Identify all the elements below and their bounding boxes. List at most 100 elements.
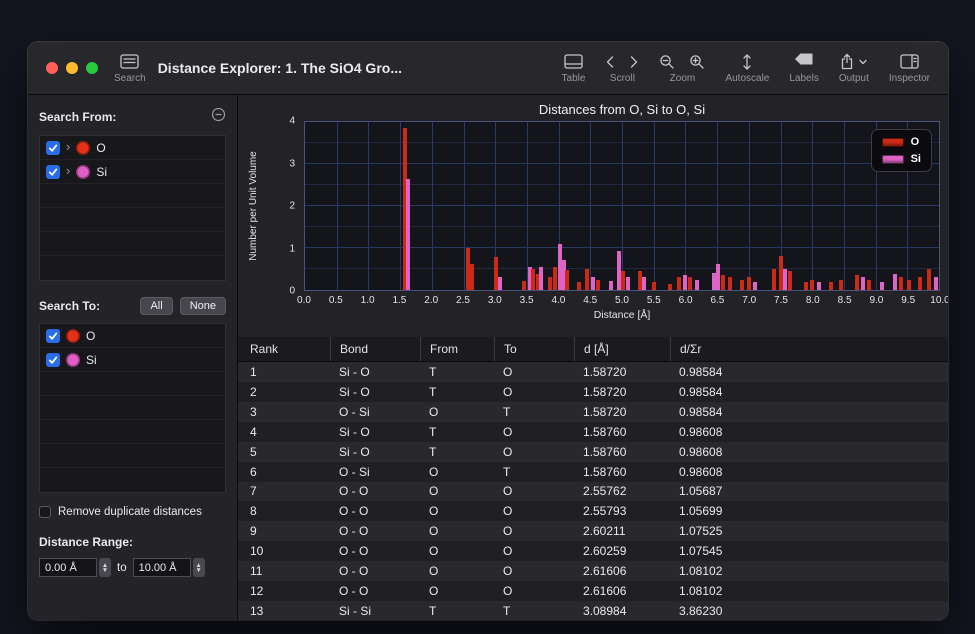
scroll-left-button[interactable] <box>605 55 615 69</box>
histogram-bar <box>839 280 843 291</box>
table-row[interactable]: 5Si - OTO1.587600.98608 <box>238 442 948 462</box>
x-tick: 5.0 <box>615 295 629 306</box>
table-row[interactable]: 11O - OOO2.616061.08102 <box>238 561 948 581</box>
table-cell: O <box>420 504 494 518</box>
gridline-minor <box>305 226 939 227</box>
table-row[interactable]: 1Si - OTO1.587200.98584 <box>238 362 948 382</box>
list-item[interactable]: › O <box>40 136 225 160</box>
table-row[interactable]: 4Si - OTO1.587600.98608 <box>238 422 948 442</box>
checkbox-checked[interactable] <box>46 141 60 155</box>
histogram-bar <box>712 273 716 290</box>
histogram-bar <box>638 271 642 290</box>
table-row[interactable]: 13Si - SiTT3.089843.86230 <box>238 601 948 620</box>
toolbar-inspector-button[interactable]: Inspector <box>889 53 930 84</box>
table-row[interactable]: 10O - OOO2.602591.07545 <box>238 541 948 561</box>
main-content: Distances from O, Si to O, Si Number per… <box>238 95 948 620</box>
collapse-minus-icon[interactable] <box>211 107 226 127</box>
x-tick: 2.0 <box>424 295 438 306</box>
none-button[interactable]: None <box>180 297 226 315</box>
table-cell: 8 <box>238 504 330 518</box>
histogram-bar <box>522 281 526 290</box>
histogram-bar <box>867 280 871 291</box>
autoscale-icon <box>741 53 753 71</box>
empty-row <box>40 468 225 492</box>
table-row[interactable]: 8O - OOO2.557931.05699 <box>238 501 948 521</box>
table-row[interactable]: 2Si - OTO1.587200.98584 <box>238 382 948 402</box>
histogram-bar <box>591 277 595 290</box>
table-cell: O - O <box>330 484 420 498</box>
legend-swatch-si <box>882 155 904 164</box>
atom-label: O <box>86 329 95 343</box>
range-max-field[interactable]: 10.00 Å <box>133 558 191 577</box>
disclosure-chevron-icon[interactable]: › <box>66 140 70 153</box>
toolbar-autoscale-button[interactable]: Autoscale <box>725 53 769 84</box>
histogram-bar <box>740 280 744 291</box>
toolbar-labels-button[interactable]: Labels <box>789 53 818 84</box>
histogram-bar <box>626 277 630 290</box>
table-row[interactable]: 9O - OOO2.602111.07525 <box>238 521 948 541</box>
range-min-field[interactable]: 0.00 Å <box>39 558 97 577</box>
toolbar-search-label: Search <box>114 74 146 84</box>
table-cell: O <box>420 405 494 419</box>
range-to-label: to <box>117 562 127 574</box>
list-item[interactable]: Si <box>40 348 225 372</box>
gridline <box>844 122 845 290</box>
toolbar-output-button[interactable]: Output <box>839 53 869 84</box>
checkbox-checked[interactable] <box>46 329 60 343</box>
table-cell: 9 <box>238 524 330 538</box>
scroll-right-button[interactable] <box>629 55 639 69</box>
empty-row <box>40 184 225 208</box>
all-button[interactable]: All <box>140 297 172 315</box>
toolbar-search-button[interactable]: Search <box>114 53 146 84</box>
table-row[interactable]: 7O - OOO2.557621.05687 <box>238 482 948 502</box>
zoom-out-button[interactable] <box>659 54 675 70</box>
remove-duplicates-checkbox[interactable] <box>39 506 51 518</box>
inspector-icon <box>900 54 919 69</box>
column-header[interactable]: d [Å] <box>574 337 670 361</box>
histogram-bar <box>695 280 699 291</box>
table-cell: 11 <box>238 564 330 578</box>
column-header[interactable]: Bond <box>330 337 420 361</box>
table-cell: O - O <box>330 524 420 538</box>
toolbar-table-button[interactable]: Table <box>562 53 586 84</box>
list-item[interactable]: O <box>40 324 225 348</box>
table-row[interactable]: 12O - OOO2.616061.08102 <box>238 581 948 601</box>
checkbox-checked[interactable] <box>46 353 60 367</box>
column-header[interactable]: From <box>420 337 494 361</box>
fullscreen-button[interactable] <box>86 62 98 74</box>
plot-area[interactable] <box>304 121 940 291</box>
minimize-button[interactable] <box>66 62 78 74</box>
disclosure-chevron-icon[interactable]: › <box>66 164 70 177</box>
column-header[interactable]: Rank <box>238 337 330 361</box>
zoom-in-button[interactable] <box>689 54 705 70</box>
close-button[interactable] <box>46 62 58 74</box>
table-row[interactable]: 3O - SiOT1.587200.98584 <box>238 402 948 422</box>
checkbox-checked[interactable] <box>46 165 60 179</box>
table-cell: 2.55793 <box>574 504 670 518</box>
table-cell: Si - O <box>330 445 420 459</box>
table-cell: T <box>494 604 574 618</box>
column-header[interactable]: To <box>494 337 574 361</box>
gridline <box>337 122 338 290</box>
histogram-bar <box>716 264 720 290</box>
table-header: Rank Bond From To d [Å] d/Σr <box>238 337 948 362</box>
list-item[interactable]: › Si <box>40 160 225 184</box>
histogram-bar <box>817 282 821 290</box>
histogram-bar <box>880 282 884 290</box>
table-cell: T <box>420 365 494 379</box>
gridline <box>654 122 655 290</box>
share-output-icon <box>840 53 854 70</box>
y-tick: 3 <box>289 158 295 169</box>
gridline <box>527 122 528 290</box>
histogram-bar <box>788 271 792 290</box>
table-row[interactable]: 6O - SiOT1.587600.98608 <box>238 462 948 482</box>
range-min-stepper[interactable]: ▲▼ <box>99 558 111 577</box>
histogram-bar <box>907 280 911 291</box>
column-header[interactable]: d/Σr <box>670 337 948 361</box>
gridline-minor <box>305 142 939 143</box>
range-max-stepper[interactable]: ▲▼ <box>193 558 205 577</box>
empty-row <box>40 420 225 444</box>
histogram-bar <box>861 277 865 290</box>
x-tick: 1.5 <box>392 295 406 306</box>
legend-label: Si <box>911 153 921 165</box>
